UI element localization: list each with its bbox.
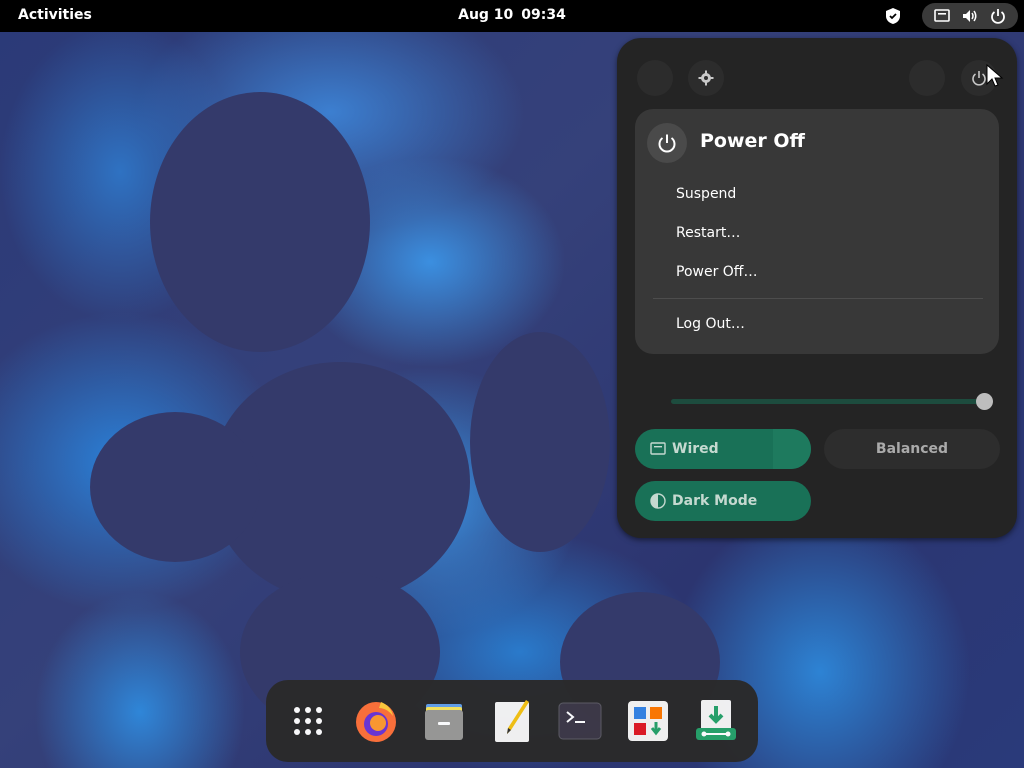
show-apps-icon xyxy=(294,707,322,735)
network-wired-icon xyxy=(934,9,950,22)
volume-slider-knob[interactable] xyxy=(976,393,993,410)
power-off-menu-item[interactable]: Power Off… xyxy=(676,260,757,284)
firefox-launcher[interactable] xyxy=(351,696,401,746)
power-icon xyxy=(991,9,1005,24)
clock-date: Aug 10 xyxy=(458,7,514,23)
network-wired-icon xyxy=(650,442,666,455)
software-launcher[interactable] xyxy=(623,696,673,746)
firefox-icon xyxy=(356,702,396,742)
power-icon xyxy=(658,134,676,153)
top-bar: Activities Aug 10 09:34 xyxy=(0,0,1024,32)
files-icon xyxy=(425,704,463,740)
volume-slider-track[interactable] xyxy=(671,399,987,404)
submenu-title: Power Off xyxy=(700,130,805,152)
text-editor-launcher[interactable] xyxy=(487,696,537,746)
menu-separator xyxy=(653,298,983,299)
wired-label: Wired xyxy=(672,441,719,457)
dark-mode-icon xyxy=(650,493,666,509)
quick-settings-panel: Power Off Suspend Restart… Power Off… Lo… xyxy=(617,38,1017,538)
show-apps-button[interactable] xyxy=(283,696,333,746)
suspend-menu-item[interactable]: Suspend xyxy=(676,182,736,206)
system-tray[interactable] xyxy=(922,3,1018,29)
files-launcher[interactable] xyxy=(419,696,469,746)
settings-button[interactable] xyxy=(688,60,724,96)
software-icon xyxy=(628,701,668,741)
shield-icon[interactable] xyxy=(884,7,902,25)
restart-menu-item[interactable]: Restart… xyxy=(676,221,740,245)
wired-toggle[interactable]: Wired xyxy=(635,429,811,469)
update-manager-launcher[interactable] xyxy=(691,696,741,746)
terminal-launcher[interactable] xyxy=(555,696,605,746)
volume-icon xyxy=(963,10,977,22)
clock[interactable]: Aug 10 09:34 xyxy=(0,7,1024,23)
lock-button[interactable] xyxy=(909,60,945,96)
power-mode-toggle[interactable]: Balanced xyxy=(824,429,1000,469)
dark-mode-label: Dark Mode xyxy=(672,493,758,509)
dash-dock xyxy=(266,680,758,762)
text-editor-icon xyxy=(495,700,529,742)
power-mode-label: Balanced xyxy=(875,441,949,457)
wired-expand-button[interactable] xyxy=(773,429,811,469)
power-off-header-icon xyxy=(647,123,687,163)
log-out-menu-item[interactable]: Log Out… xyxy=(676,312,745,336)
clock-time: 09:34 xyxy=(521,7,566,23)
power-submenu: Power Off Suspend Restart… Power Off… Lo… xyxy=(635,109,999,354)
terminal-icon xyxy=(558,702,602,740)
dark-mode-toggle[interactable]: Dark Mode xyxy=(635,481,811,521)
mouse-cursor-icon xyxy=(986,64,1004,87)
screenshot-button[interactable] xyxy=(637,60,673,96)
update-icon xyxy=(696,700,736,740)
gear-icon xyxy=(698,70,714,86)
